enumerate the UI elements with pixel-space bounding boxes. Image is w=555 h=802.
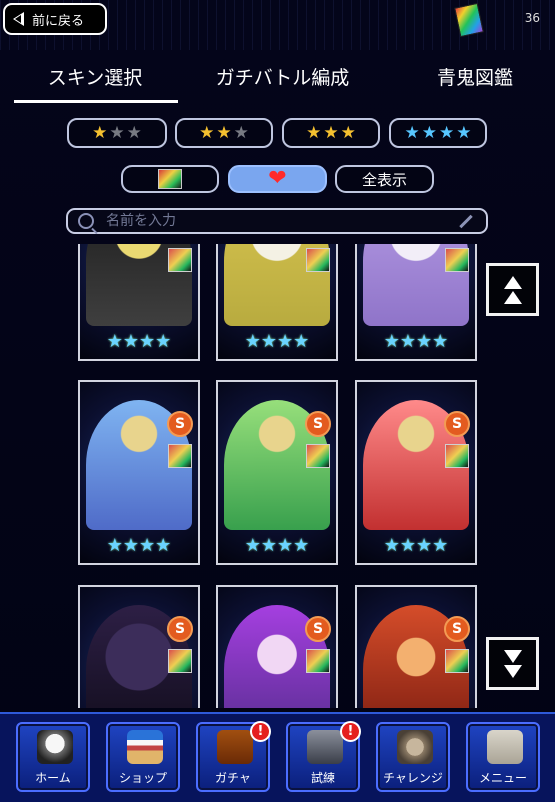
pencil-icon <box>459 214 473 228</box>
nav-challenge-button[interactable]: チャレンジ <box>376 722 450 792</box>
special-badge-icon: S <box>444 411 470 437</box>
back-button[interactable]: 前に戻る <box>3 3 107 35</box>
back-arrow-icon <box>13 12 24 26</box>
item-art-icon <box>168 248 192 272</box>
up-arrow-icon <box>503 275 522 289</box>
trial-icon <box>307 730 343 764</box>
nav-menu-button[interactable]: メニュー <box>466 722 540 792</box>
alert-badge-icon: ! <box>340 721 361 742</box>
skin-selection-screen: 前に戻る 36 スキン選択 ガチバトル編成 青鬼図鑑 ★ ★ ★ ★ ★ ★ ★ ★ ★ ★… <box>0 0 555 802</box>
home-icon <box>37 730 73 764</box>
rainbow-star-icon: ★ <box>439 123 455 143</box>
skin-rarity-stars: ★★★★ <box>244 331 310 352</box>
menu-icon <box>487 730 523 764</box>
nav-home-label: ホーム <box>35 771 71 785</box>
skin-grid: ★★★★ ★★★★ ★★★★ S ★★★★ S ★★★★ S ★★★★ S S … <box>0 244 555 708</box>
item-art-icon <box>306 248 330 272</box>
skin-card-violet-dragon-girl[interactable]: S ★★★★ <box>216 585 338 708</box>
nav-gacha-button[interactable]: ! ガチャ <box>196 721 271 792</box>
tab-gacha-battle[interactable]: ガチバトル編成 <box>190 58 375 100</box>
scroll-up-button[interactable] <box>486 263 539 316</box>
item-art-icon <box>306 649 330 673</box>
star-filter-2[interactable]: ★ ★ ★ <box>175 118 273 148</box>
item-art-icon <box>445 248 469 272</box>
bottom-navigation: ホーム ショップ ! ガチャ ! 試練 チャレンジ メニュー <box>0 712 555 802</box>
heart-icon: ❤ <box>268 166 287 191</box>
tab-skin-selection[interactable]: スキン選択 <box>15 58 175 100</box>
skin-card-shadow-boy[interactable]: S ★★★★ <box>78 585 200 708</box>
search-icon <box>78 213 94 229</box>
search-bar[interactable] <box>66 208 488 234</box>
gold-star-icon: ★ <box>216 123 232 143</box>
challenge-icon <box>397 730 433 764</box>
item-art-icon <box>158 169 182 189</box>
item-filter-button[interactable] <box>121 165 219 193</box>
skin-card-wedding-red[interactable]: S ★★★★ <box>355 380 477 565</box>
search-input[interactable] <box>94 212 458 230</box>
skin-card-wedding-yellow[interactable]: ★★★★ <box>216 244 338 361</box>
back-label: 前に戻る <box>32 13 85 29</box>
down-arrow-icon <box>503 649 522 663</box>
gold-star-icon: ★ <box>340 123 356 143</box>
gacha-icon <box>217 730 253 764</box>
nav-trial-button[interactable]: ! 試練 <box>286 721 361 792</box>
grey-star-icon: ★ <box>233 123 249 143</box>
down-arrow-icon <box>503 664 522 678</box>
item-art-icon <box>445 444 469 468</box>
skin-rarity-stars: ★★★★ <box>383 535 449 556</box>
grey-star-icon: ★ <box>126 123 142 143</box>
nav-gacha-label: ガチャ <box>215 771 251 785</box>
rainbow-star-icon: ★ <box>456 123 472 143</box>
shop-icon <box>127 730 163 764</box>
gold-star-icon: ★ <box>306 123 322 143</box>
star-filter-4[interactable]: ★ ★ ★ ★ <box>389 118 487 148</box>
active-tab-indicator <box>14 100 178 103</box>
item-art-icon <box>445 649 469 673</box>
item-icon <box>454 2 484 38</box>
up-arrow-icon <box>503 290 522 304</box>
special-badge-icon: S <box>444 616 470 642</box>
skin-rarity-stars: ★★★★ <box>106 331 172 352</box>
skin-rarity-stars: ★★★★ <box>106 535 172 556</box>
grey-star-icon: ★ <box>109 123 125 143</box>
nav-shop-button[interactable]: ショップ <box>106 722 180 792</box>
skin-card-wedding-green[interactable]: S ★★★★ <box>216 380 338 565</box>
skin-rarity-stars: ★★★★ <box>383 331 449 352</box>
favorites-filter-button[interactable]: ❤ <box>228 165 327 193</box>
alert-badge-icon: ! <box>250 721 271 742</box>
gold-star-icon: ★ <box>92 123 108 143</box>
nav-challenge-label: チャレンジ <box>383 771 443 785</box>
special-badge-icon: S <box>305 411 331 437</box>
gold-star-icon: ★ <box>323 123 339 143</box>
star-filter-1[interactable]: ★ ★ ★ <box>67 118 167 148</box>
rainbow-star-icon: ★ <box>404 123 420 143</box>
star-filter-3[interactable]: ★ ★ ★ <box>282 118 380 148</box>
special-badge-icon: S <box>167 616 193 642</box>
special-badge-icon: S <box>167 411 193 437</box>
nav-menu-label: メニュー <box>478 771 527 785</box>
nav-shop-label: ショップ <box>118 771 167 785</box>
special-badge-icon: S <box>305 616 331 642</box>
skin-card-bear[interactable]: ★★★★ <box>78 244 200 361</box>
tab-blue-oni-book[interactable]: 青鬼図鑑 <box>410 58 540 100</box>
gold-star-icon: ★ <box>199 123 215 143</box>
item-art-icon <box>306 444 330 468</box>
item-counter: 36 <box>524 11 540 25</box>
item-art-icon <box>168 649 192 673</box>
show-all-button[interactable]: 全表示 <box>335 165 434 193</box>
skin-card-fire-dragon-girl[interactable]: S ★★★★ <box>355 585 477 708</box>
tab-bar: スキン選択 ガチバトル編成 青鬼図鑑 <box>0 58 555 103</box>
skin-card-wedding-blue[interactable]: S ★★★★ <box>78 380 200 565</box>
skin-card-wedding-purple[interactable]: ★★★★ <box>355 244 477 361</box>
rainbow-star-icon: ★ <box>421 123 437 143</box>
item-art-icon <box>168 444 192 468</box>
scroll-down-button[interactable] <box>486 637 539 690</box>
nav-home-button[interactable]: ホーム <box>16 722 90 792</box>
filter-row: ❤ 全表示 <box>0 165 555 195</box>
star-filter-row: ★ ★ ★ ★ ★ ★ ★ ★ ★ ★ ★ ★ ★ <box>0 118 555 150</box>
nav-trial-label: 試練 <box>310 771 335 785</box>
skin-rarity-stars: ★★★★ <box>244 535 310 556</box>
